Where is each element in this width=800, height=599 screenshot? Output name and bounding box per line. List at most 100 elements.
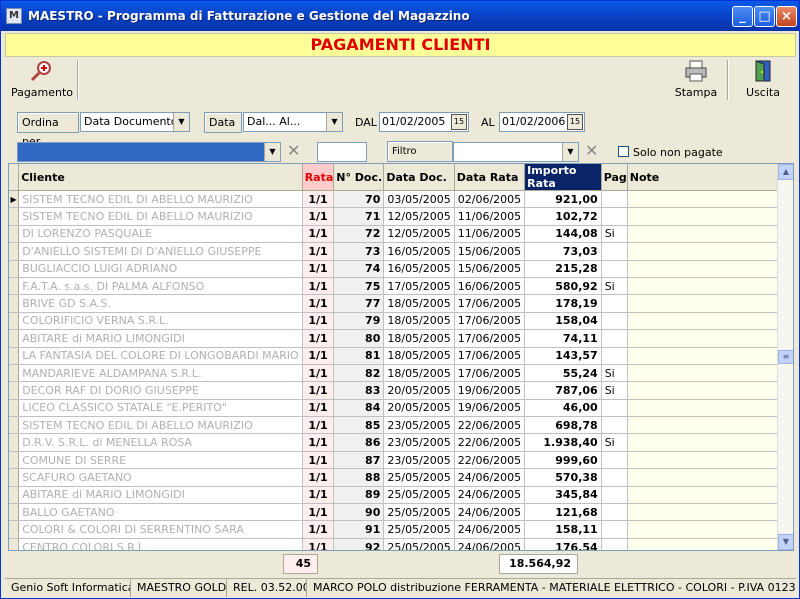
cell-pag[interactable]: Si (601, 225, 628, 244)
cell-cliente[interactable]: BUGLIACCIO LUIGI ADRIANO (18, 260, 303, 278)
cell-ndoc[interactable]: 90 (333, 503, 385, 522)
table-row[interactable]: MANDARIEVE ALDAMPANA S.R.L. 1/1 82 18/05/20… (9, 364, 793, 383)
table-row[interactable]: D'ANIELLO SISTEMI DI D'ANIELLO GIUSEPPE 1… (9, 242, 793, 261)
table-row[interactable]: BUGLIACCIO LUIGI ADRIANO 1/1 74 16/05/2005 1… (9, 260, 793, 278)
table-row[interactable]: DECOR RAF DI DORIO GIUSEPPE 1/1 83 20/05/20… (9, 381, 793, 400)
cell-pag[interactable] (601, 207, 628, 226)
cell-data-doc[interactable]: 18/05/2005 (383, 347, 455, 365)
table-row[interactable]: DI LORENZO PASQUALE 1/1 72 12/05/2005 11/06/… (9, 225, 793, 244)
ordina-per-select[interactable]: Data Documento ▼ (80, 112, 190, 132)
cell-importo[interactable]: 999,60 (524, 451, 602, 470)
col-rata[interactable]: Rata (302, 164, 335, 191)
cell-ndoc[interactable]: 72 (333, 225, 385, 244)
cell-data-rata[interactable]: 22/06/2005 (454, 416, 526, 435)
cell-cliente[interactable]: SCAFURO GAETANO (18, 468, 303, 487)
cell-pag[interactable] (601, 520, 628, 539)
cell-data-doc[interactable]: 25/05/2005 (383, 538, 455, 550)
cell-data-rata[interactable]: 15/06/2005 (454, 260, 526, 278)
calendar-icon[interactable]: 15 (567, 114, 583, 130)
cell-ndoc[interactable]: 75 (333, 277, 385, 296)
cell-pag[interactable] (601, 242, 628, 261)
cell-pag[interactable] (601, 294, 628, 313)
cell-note[interactable] (627, 486, 793, 505)
cell-pag[interactable]: Si (601, 277, 628, 296)
al-date-field[interactable]: 01/02/2006 15 (499, 112, 585, 132)
row-indicator[interactable] (9, 225, 20, 244)
cell-cliente[interactable]: LA FANTASIA DEL COLORE DI LONGOBARDI MAR… (18, 347, 303, 365)
row-indicator[interactable] (9, 399, 20, 418)
cell-cliente[interactable]: COLORI & COLORI DI SERRENTINO SARA (18, 520, 303, 539)
cell-rata[interactable]: 1/1 (302, 364, 335, 383)
cell-ndoc[interactable]: 86 (333, 433, 385, 452)
cell-data-doc[interactable]: 18/05/2005 (383, 294, 455, 313)
table-row[interactable]: COLORIFICIO VERNA S.R.L. 1/1 79 18/05/2005 1… (9, 312, 793, 331)
cell-data-rata[interactable]: 15/06/2005 (454, 242, 526, 261)
cell-data-doc[interactable]: 23/05/2005 (383, 451, 455, 470)
agente-select[interactable]: ▼ (453, 142, 579, 162)
cell-rata[interactable]: 1/1 (302, 294, 335, 313)
cell-data-doc[interactable]: 16/05/2005 (383, 242, 455, 261)
cell-cliente[interactable]: LICEO CLASSICO STATALE "E.PERITO" (18, 399, 303, 418)
cell-ndoc[interactable]: 71 (333, 207, 385, 226)
table-row[interactable]: COMUNE DI SERRE 1/1 87 23/05/2005 22/06/2005… (9, 451, 793, 470)
table-row[interactable]: SISTEM TECNO EDIL DI ABELLO MAURIZIO 1/1 8… (9, 416, 793, 435)
dal-date-field[interactable]: 01/02/2005 15 (379, 112, 469, 132)
cell-data-rata[interactable]: 22/06/2005 (454, 451, 526, 470)
scroll-up-icon[interactable]: ▲ (778, 164, 793, 180)
cell-note[interactable] (627, 416, 793, 435)
cell-data-rata[interactable]: 02/06/2005 (454, 190, 526, 209)
row-indicator[interactable] (9, 381, 20, 400)
row-indicator[interactable] (9, 207, 20, 226)
cell-data-doc[interactable]: 20/05/2005 (383, 381, 455, 400)
cell-data-rata[interactable]: 24/06/2005 (454, 503, 526, 522)
data-button[interactable]: Data (204, 112, 242, 133)
cell-pag[interactable] (601, 538, 628, 550)
close-button[interactable]: × (776, 6, 797, 27)
cell-data-doc[interactable]: 03/05/2005 (383, 190, 455, 209)
col-ndoc[interactable]: N° Doc. (333, 164, 385, 191)
cell-importo[interactable]: 73,03 (524, 242, 602, 261)
cell-cliente[interactable]: ABITARE di MARIO LIMONGIDI (18, 486, 303, 505)
cell-note[interactable] (627, 260, 793, 278)
cell-importo[interactable]: 46,00 (524, 399, 602, 418)
row-indicator[interactable] (9, 277, 20, 296)
table-row[interactable]: SISTEM TECNO EDIL DI ABELLO MAURIZIO 1/1 7… (9, 207, 793, 226)
cell-note[interactable] (627, 451, 793, 470)
cell-data-doc[interactable]: 25/05/2005 (383, 468, 455, 487)
cell-importo[interactable]: 121,68 (524, 503, 602, 522)
cell-pag[interactable] (601, 329, 628, 348)
cell-rata[interactable]: 1/1 (302, 451, 335, 470)
cell-rata[interactable]: 1/1 (302, 312, 335, 331)
title-bar[interactable]: M MAESTRO - Programma di Fatturazione e … (1, 1, 799, 31)
cell-importo[interactable]: 698,78 (524, 416, 602, 435)
row-indicator[interactable] (9, 433, 20, 452)
cell-importo[interactable]: 143,57 (524, 347, 602, 365)
cell-data-rata[interactable]: 11/06/2005 (454, 225, 526, 244)
cell-ndoc[interactable]: 83 (333, 381, 385, 400)
cell-ndoc[interactable]: 82 (333, 364, 385, 383)
cell-cliente[interactable]: F.A.T.A. s.a.s. DI PALMA ALFONSO (18, 277, 303, 296)
cell-note[interactable] (627, 381, 793, 400)
cell-cliente[interactable]: D.R.V. S.R.L. di MENELLA ROSA (18, 433, 303, 452)
cell-ndoc[interactable]: 77 (333, 294, 385, 313)
solo-non-pagate-checkbox[interactable] (618, 146, 629, 157)
ordina-per-button[interactable]: Ordina per (17, 112, 79, 148)
cell-ndoc[interactable]: 79 (333, 312, 385, 331)
scroll-down-icon[interactable]: ▼ (778, 534, 793, 550)
row-indicator[interactable] (9, 242, 20, 261)
cell-data-rata[interactable]: 24/06/2005 (454, 520, 526, 539)
col-note[interactable]: Note (627, 164, 793, 191)
cell-rata[interactable]: 1/1 (302, 468, 335, 487)
row-indicator[interactable] (9, 294, 20, 313)
cell-data-doc[interactable]: 18/05/2005 (383, 364, 455, 383)
cell-rata[interactable]: 1/1 (302, 242, 335, 261)
cell-data-rata[interactable]: 19/06/2005 (454, 399, 526, 418)
cell-importo[interactable]: 1.938,40 (524, 433, 602, 452)
cell-data-doc[interactable]: 12/05/2005 (383, 225, 455, 244)
col-data-rata[interactable]: Data Rata (454, 164, 526, 191)
cell-data-rata[interactable]: 19/06/2005 (454, 381, 526, 400)
cell-data-doc[interactable]: 25/05/2005 (383, 486, 455, 505)
cell-pag[interactable] (601, 503, 628, 522)
cell-importo[interactable]: 345,84 (524, 486, 602, 505)
cell-note[interactable] (627, 364, 793, 383)
